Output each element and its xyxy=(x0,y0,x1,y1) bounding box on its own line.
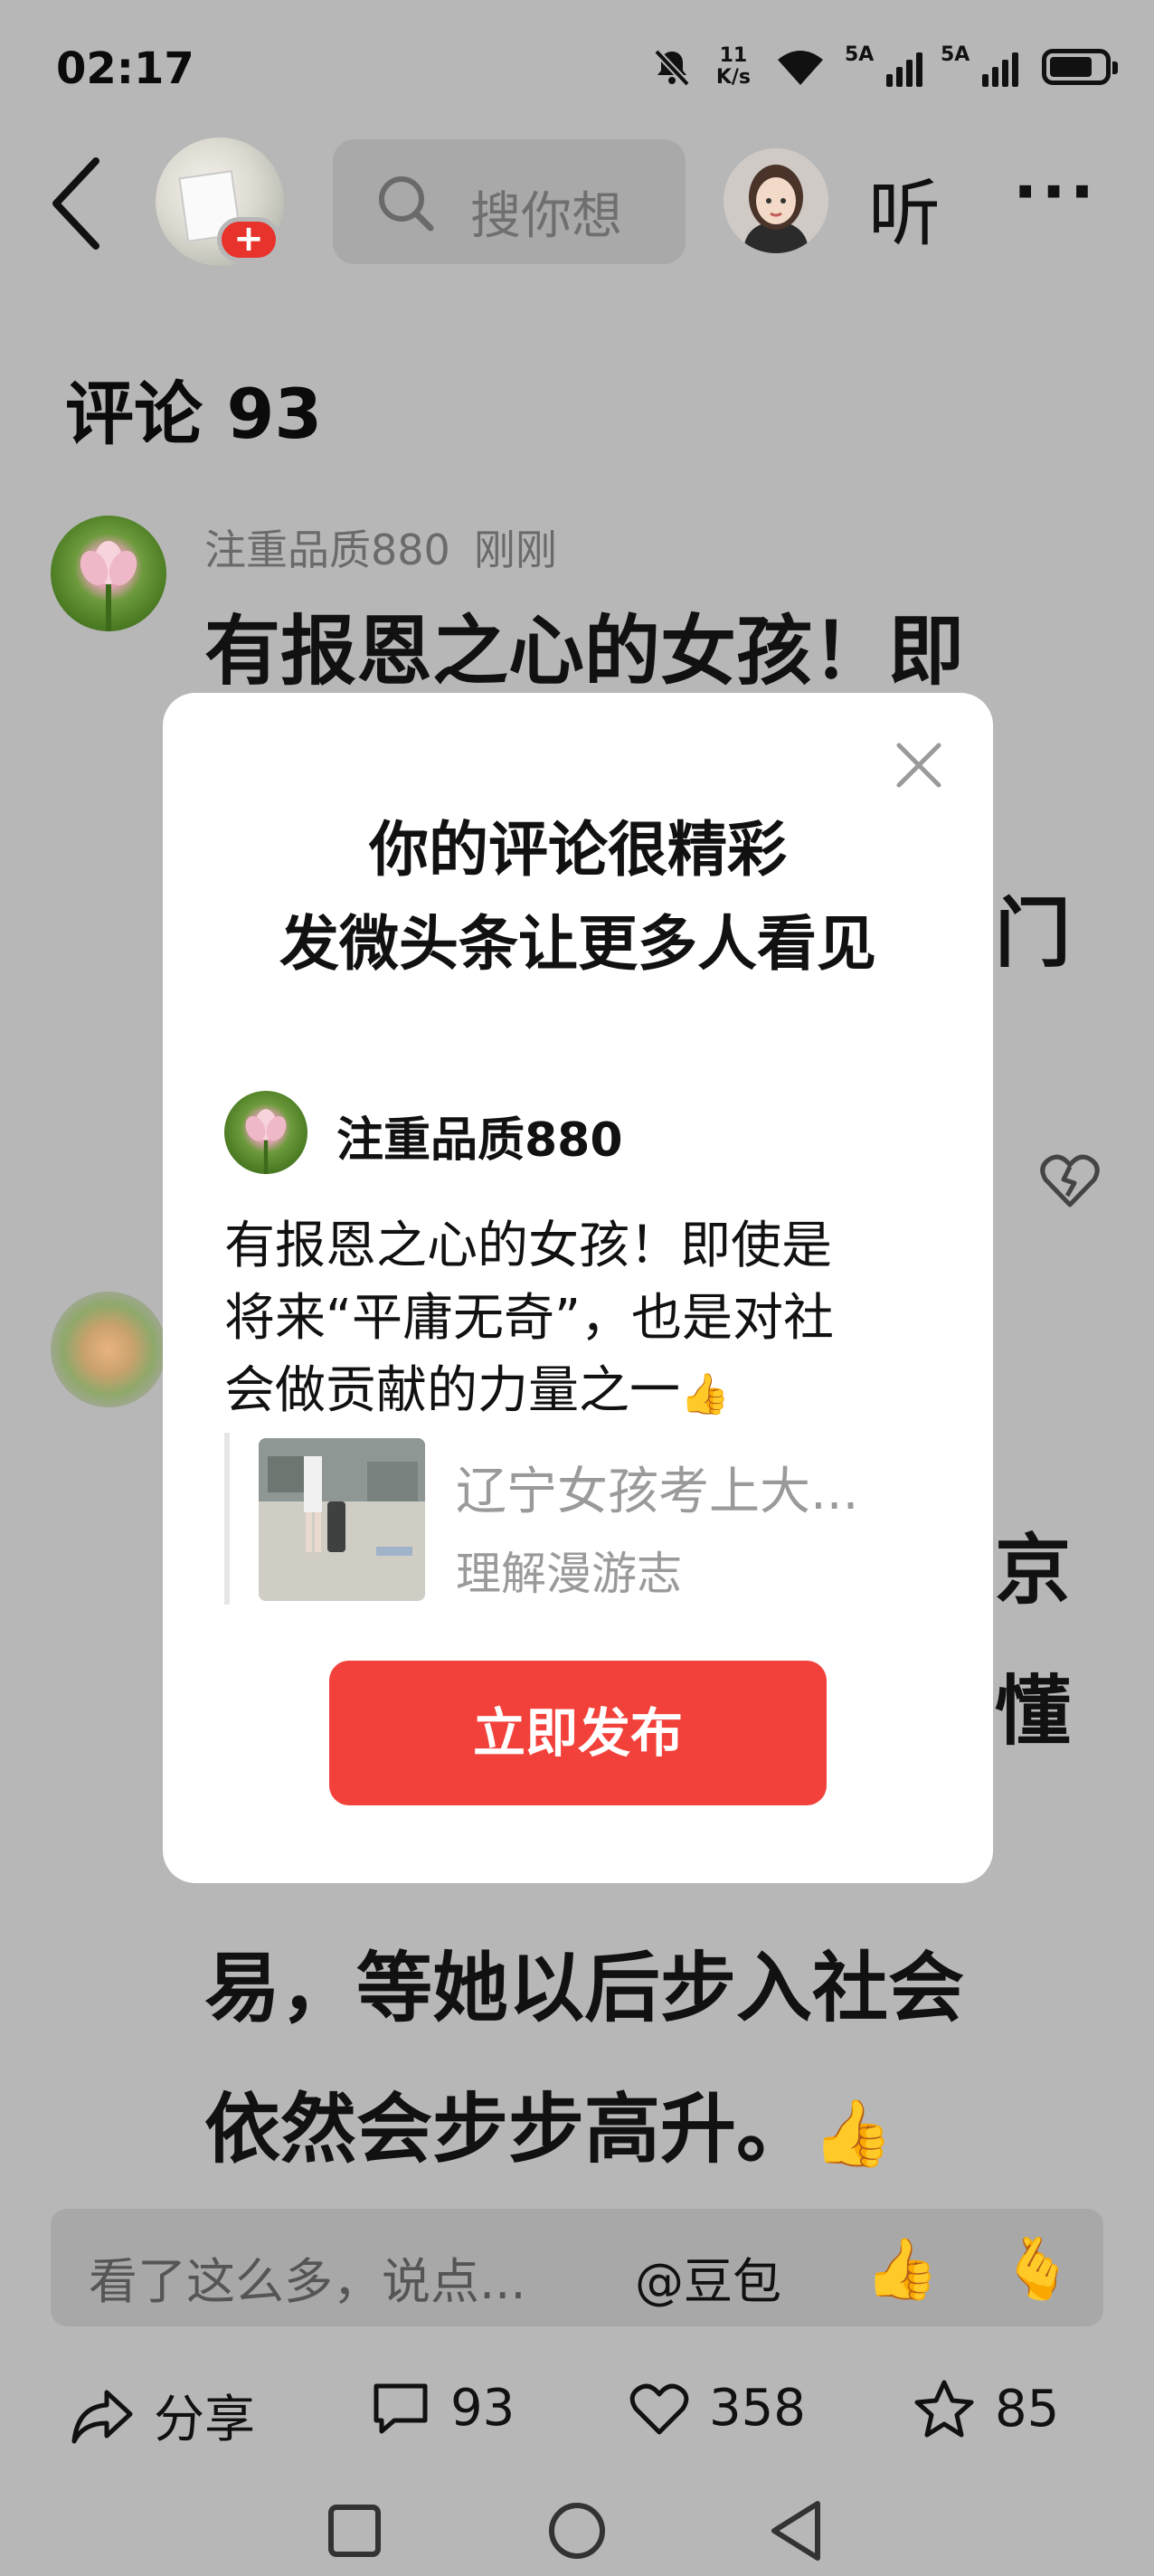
dislike-button[interactable] xyxy=(1040,1152,1100,1212)
thumbs-up-icon: 👍 xyxy=(680,1371,730,1417)
comment-username[interactable]: 注重品质880 xyxy=(204,526,450,574)
signal-sim2-icon: 5A xyxy=(941,43,1018,87)
system-nav-bar xyxy=(0,2489,1154,2576)
preview-comment-line: 会做贡献的力量之一👍 xyxy=(224,1350,730,1423)
comment-meta: 注重品质880 刚刚 xyxy=(204,517,557,577)
net-speed-unit: K/s xyxy=(715,66,751,89)
comment-placeholder: 看了这么多，说点... xyxy=(89,2253,526,2310)
sim1-label: 5A xyxy=(845,43,875,66)
dialog-headline-2: 发微头条让更多人看见 xyxy=(279,909,876,979)
share-to-weitoutiao-dialog: 你的评论很精彩 发微头条让更多人看见 注重品质880 有报恩之心的女孩！即使是 … xyxy=(163,693,993,1883)
article-thumbnail xyxy=(259,1438,425,1601)
comment-time: 刚刚 xyxy=(473,526,557,574)
wifi-icon xyxy=(778,51,823,85)
net-speed: 11 K/s xyxy=(716,45,751,89)
preview-comment-text: 会做贡献的力量之一 xyxy=(224,1361,680,1420)
share-button[interactable]: 分享 xyxy=(71,2379,255,2452)
comment-bubble-icon xyxy=(374,2383,428,2433)
more-button[interactable]: ··· xyxy=(1013,154,1098,230)
article-source: 理解漫游志 xyxy=(456,1548,682,1600)
lotus-icon xyxy=(80,541,137,631)
search-icon xyxy=(379,176,434,232)
back-triangle-icon[interactable] xyxy=(767,2498,825,2563)
article-title: 辽宁女孩考上大... xyxy=(456,1463,859,1521)
share-label: 分享 xyxy=(154,2391,255,2449)
thumbs-up-icon: 👍 xyxy=(812,2095,894,2171)
home-circle-icon[interactable] xyxy=(546,2500,608,2562)
battery-fill xyxy=(1050,57,1092,77)
mute-bell-icon xyxy=(653,49,690,87)
commenter-avatar-2[interactable] xyxy=(51,1292,166,1407)
signal-sim1-icon: 5A xyxy=(845,43,922,87)
preview-comment-line: 有报恩之心的女孩！即使是 xyxy=(224,1217,832,1275)
comments-title: 评论 93 xyxy=(65,374,323,454)
publish-now-button[interactable]: 立即发布 xyxy=(329,1661,827,1805)
lotus-icon xyxy=(245,1109,287,1174)
comment-text-content: 依然会步步高升。 xyxy=(204,2085,813,2174)
finger-heart-icon[interactable]: 🫰 xyxy=(1000,2234,1074,2305)
heart-icon xyxy=(629,2383,689,2434)
like-count: 358 xyxy=(709,2379,806,2438)
commenter-avatar[interactable] xyxy=(51,516,166,631)
comment-text-partial: 门 xyxy=(995,889,1072,978)
net-speed-value: 11 xyxy=(719,44,748,67)
girl-avatar-icon xyxy=(724,148,828,253)
battery-icon xyxy=(1042,49,1118,85)
status-time: 02:17 xyxy=(56,43,194,94)
sim2-label: 5A xyxy=(941,43,970,66)
comment-button[interactable]: 93 xyxy=(371,2379,515,2438)
star-icon xyxy=(914,2380,974,2438)
status-icons: 11 K/s 5A 5A xyxy=(651,43,1118,89)
preview-comment-line: 将来“平庸无奇”，也是对社 xyxy=(224,1289,835,1348)
share-icon xyxy=(71,2390,133,2443)
doubao-avatar[interactable] xyxy=(724,148,828,253)
search-placeholder: 搜你想 xyxy=(470,187,622,246)
like-button[interactable]: 358 xyxy=(629,2379,806,2438)
preview-avatar xyxy=(224,1091,307,1174)
follow-button[interactable]: + xyxy=(217,217,280,262)
dialog-headline-1: 你的评论很精彩 xyxy=(369,815,787,885)
mention-doubao[interactable]: @豆包 xyxy=(635,2241,781,2313)
comment-text-partial: 懂 xyxy=(995,1667,1072,1756)
search-input[interactable]: 搜你想 xyxy=(333,139,686,264)
listen-button[interactable]: 听 xyxy=(868,156,941,260)
comment-text-partial: 京 xyxy=(995,1526,1072,1615)
favorite-count: 85 xyxy=(995,2379,1060,2439)
thumbs-up-icon[interactable]: 👍 xyxy=(865,2234,939,2305)
recents-square-icon[interactable] xyxy=(326,2502,383,2560)
chevron-left-icon xyxy=(52,157,99,250)
comment-input[interactable]: 看了这么多，说点... @豆包 👍 🫰 xyxy=(51,2209,1103,2326)
comment-text-line: 依然会步步高升。👍 xyxy=(204,2066,894,2196)
preview-username: 注重品质880 xyxy=(336,1113,623,1168)
station-scene-image xyxy=(259,1438,425,1601)
comment-text-line: 易，等她以后步入社会 xyxy=(204,1944,965,2032)
referenced-article[interactable]: 辽宁女孩考上大... 理解漫游志 xyxy=(224,1433,930,1605)
comment-count: 93 xyxy=(450,2379,516,2438)
action-bar: 分享 93 358 85 xyxy=(0,2379,1154,2460)
favorite-button[interactable]: 85 xyxy=(913,2379,1059,2439)
back-button[interactable] xyxy=(45,154,109,253)
broken-heart-icon xyxy=(1040,1154,1100,1208)
close-icon[interactable] xyxy=(894,740,944,791)
